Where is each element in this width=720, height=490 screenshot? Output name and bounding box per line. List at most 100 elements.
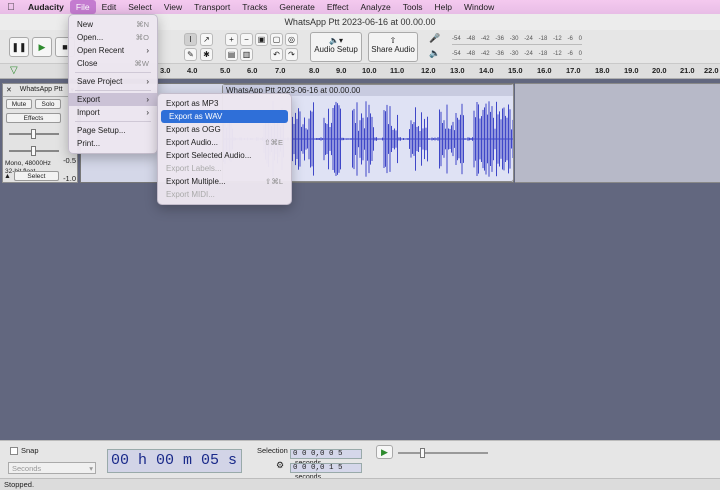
menu-edit[interactable]: Edit bbox=[96, 0, 123, 14]
draw-tool[interactable]: ✎ bbox=[184, 48, 197, 61]
snap-checkbox[interactable] bbox=[10, 446, 18, 455]
pause-icon: ❚❚ bbox=[11, 41, 27, 52]
menu-audacity[interactable]: Audacity bbox=[22, 0, 70, 14]
play-speed-slider[interactable] bbox=[398, 448, 488, 458]
ruler-tick: 10.0 bbox=[362, 66, 377, 75]
play-at-speed-button[interactable]: ▶ bbox=[376, 445, 393, 459]
zoom-toggle-icon: ◎ bbox=[288, 35, 295, 44]
speaker-icon: 🔈▾ bbox=[329, 36, 343, 45]
menu-item-new[interactable]: New ⌘N bbox=[69, 18, 157, 31]
selection-start-field[interactable]: 0 0 0,0 0 5 seconds bbox=[290, 449, 362, 467]
microphone-icon[interactable]: 🎤 bbox=[429, 33, 440, 44]
ruler-tick: 7.0 bbox=[275, 66, 286, 75]
share-audio-button[interactable]: ⇧ Share Audio bbox=[368, 32, 418, 62]
menu-separator bbox=[75, 72, 151, 73]
pause-button[interactable]: ❚❚ bbox=[9, 37, 29, 57]
menu-select[interactable]: Select bbox=[122, 0, 158, 14]
ruler-tick: 15.0 bbox=[508, 66, 523, 75]
time-display[interactable]: 00 h 00 m 05 s bbox=[107, 449, 242, 473]
ruler-tick: 22.0 bbox=[704, 66, 719, 75]
play-speed-thumb[interactable] bbox=[420, 448, 425, 458]
zoom-in-button[interactable]: + bbox=[225, 33, 238, 46]
apple-icon[interactable]:  bbox=[0, 2, 22, 13]
selection-label: Selection bbox=[257, 446, 288, 455]
menu-item-export[interactable]: Export › bbox=[69, 93, 157, 106]
menu-generate[interactable]: Generate bbox=[273, 0, 320, 14]
track-name[interactable]: WhatsApp Ptt bbox=[20, 86, 63, 94]
menu-item-open[interactable]: Open... ⌘O bbox=[69, 31, 157, 44]
meter-tick: -54 bbox=[452, 35, 461, 42]
audio-setup-button[interactable]: 🔈▾ Audio Setup bbox=[310, 32, 362, 62]
menu-tracks[interactable]: Tracks bbox=[236, 0, 273, 14]
record-meter[interactable]: -54 -48 -42 -36 -30 -24 -18 -12 -6 0 bbox=[452, 33, 582, 45]
meter-tick: -12 bbox=[553, 35, 562, 42]
menu-item-print[interactable]: Print... bbox=[69, 137, 157, 150]
envelope-tool[interactable]: ↗ bbox=[200, 33, 213, 46]
status-bar: Stopped. bbox=[0, 478, 720, 490]
asterisk-icon: ✱ bbox=[203, 50, 210, 59]
menu-help[interactable]: Help bbox=[429, 0, 458, 14]
trim-button[interactable]: ▤ bbox=[225, 48, 238, 61]
meter-tick: -12 bbox=[553, 50, 562, 57]
menu-item-export-ogg[interactable]: Export as OGG bbox=[158, 123, 291, 136]
file-menu: New ⌘N Open... ⌘O Open Recent › Close ⌘W Sav… bbox=[68, 14, 158, 154]
ruler-tick: 21.0 bbox=[680, 66, 695, 75]
menu-separator bbox=[75, 121, 151, 122]
meter-tick: 0 bbox=[578, 35, 582, 42]
ruler-tick: 5.0 bbox=[220, 66, 231, 75]
meter-tick: -36 bbox=[495, 50, 504, 57]
menu-item-close[interactable]: Close ⌘W bbox=[69, 57, 157, 70]
menu-item-page-setup[interactable]: Page Setup... bbox=[69, 124, 157, 137]
close-track-icon[interactable]: ✕ bbox=[6, 86, 12, 94]
settings-icon[interactable]: ⚙ bbox=[276, 460, 284, 471]
menu-effect[interactable]: Effect bbox=[321, 0, 355, 14]
selection-tool[interactable]: I bbox=[184, 33, 197, 46]
play-icon: ▶ bbox=[381, 446, 388, 457]
export-submenu: Export as MP3 Export as WAV Export as OG… bbox=[157, 93, 292, 205]
menu-transport[interactable]: Transport bbox=[188, 0, 236, 14]
fit-project-icon: ▢ bbox=[272, 35, 281, 44]
menu-item-export-multiple[interactable]: Export Multiple... ⇧⌘L bbox=[158, 175, 291, 188]
play-button[interactable]: ▶ bbox=[32, 37, 52, 57]
pan-slider-thumb[interactable] bbox=[31, 146, 36, 156]
select-track-button[interactable]: Select bbox=[13, 171, 59, 181]
empty-track-region[interactable] bbox=[515, 83, 720, 183]
meter-tick: -54 bbox=[452, 50, 461, 57]
ruler-tick: 12.0 bbox=[421, 66, 436, 75]
menu-item-export-mp3[interactable]: Export as MP3 bbox=[158, 97, 291, 110]
ruler-tick: 3.0 bbox=[160, 66, 171, 75]
mute-button[interactable]: Mute bbox=[6, 99, 32, 109]
redo-button[interactable]: ↷ bbox=[285, 48, 298, 61]
menu-item-export-midi: Export MIDI... bbox=[166, 190, 215, 199]
silence-button[interactable]: ▥ bbox=[240, 48, 253, 61]
menu-item-open-recent[interactable]: Open Recent › bbox=[69, 44, 157, 57]
undo-button[interactable]: ↶ bbox=[270, 48, 283, 61]
zoom-in-icon: + bbox=[229, 35, 234, 44]
collapse-track-icon[interactable]: ▲ bbox=[4, 173, 11, 180]
fit-project-button[interactable]: ▢ bbox=[270, 33, 283, 46]
speaker-meter-icon[interactable]: 🔈 bbox=[429, 48, 440, 59]
ruler-tick: 11.0 bbox=[390, 66, 405, 75]
menu-tools[interactable]: Tools bbox=[397, 0, 429, 14]
fit-selection-button[interactable]: ▣ bbox=[255, 33, 268, 46]
menu-item-export-audio[interactable]: Export Audio... ⇧⌘E bbox=[158, 136, 291, 149]
menu-item-export-wav[interactable]: Export as WAV bbox=[161, 110, 288, 123]
effects-button[interactable]: Effects bbox=[6, 113, 61, 123]
meter-tick: -24 bbox=[524, 50, 533, 57]
menu-item-save-project[interactable]: Save Project › bbox=[69, 75, 157, 88]
menu-file[interactable]: File bbox=[69, 0, 96, 14]
zoom-toggle-button[interactable]: ◎ bbox=[285, 33, 298, 46]
zoom-out-button[interactable]: − bbox=[240, 33, 253, 46]
silence-icon: ▥ bbox=[242, 50, 251, 59]
menu-item-import[interactable]: Import › bbox=[69, 106, 157, 119]
menu-window[interactable]: Window bbox=[458, 0, 500, 14]
selection-end-field[interactable]: 0 0 0,0 1 5 seconds bbox=[290, 463, 362, 481]
gain-slider-thumb[interactable] bbox=[31, 129, 36, 139]
snap-unit-select[interactable]: Seconds ▾ bbox=[8, 462, 96, 474]
multi-tool[interactable]: ✱ bbox=[200, 48, 213, 61]
menu-item-export-selected-audio[interactable]: Export Selected Audio... bbox=[158, 149, 291, 162]
menu-view[interactable]: View bbox=[158, 0, 188, 14]
timeline-marker-icon[interactable]: ▽ bbox=[10, 65, 18, 76]
menu-analyze[interactable]: Analyze bbox=[354, 0, 396, 14]
playback-meter[interactable]: -54 -48 -42 -36 -30 -24 -18 -12 -6 0 bbox=[452, 48, 582, 60]
